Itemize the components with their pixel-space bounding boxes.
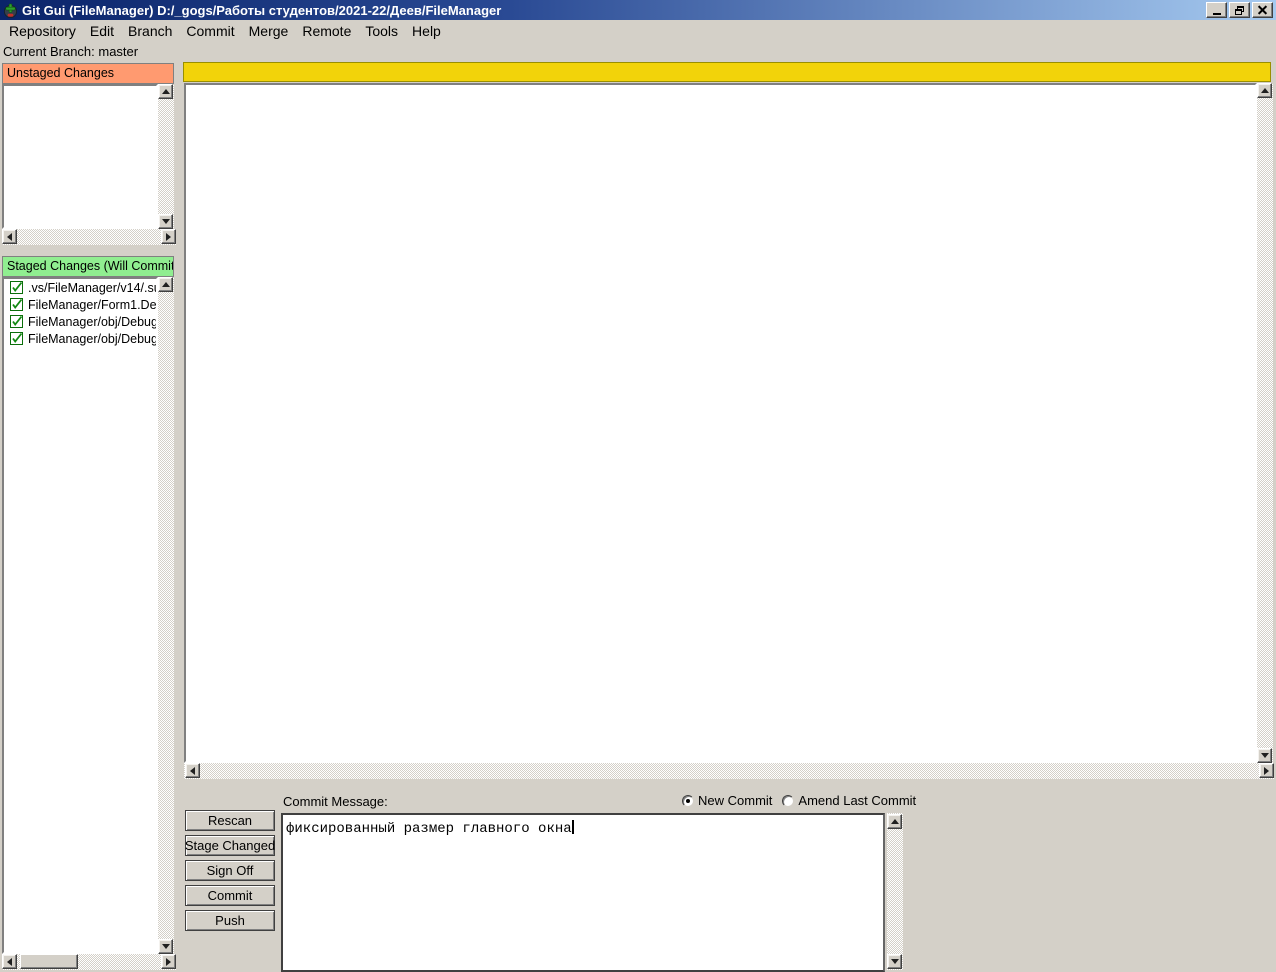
staged-vertical-scrollbar[interactable] bbox=[158, 277, 174, 954]
scroll-down-button[interactable] bbox=[158, 939, 173, 954]
commit-message-text: фиксированный размер главного окна bbox=[286, 821, 572, 837]
staged-check-icon bbox=[10, 298, 23, 311]
menu-branch[interactable]: Branch bbox=[121, 21, 179, 41]
minimize-icon bbox=[1213, 13, 1221, 15]
menu-remote[interactable]: Remote bbox=[295, 21, 358, 41]
scroll-up-icon bbox=[162, 89, 170, 94]
title-bar[interactable]: Git Gui (FileManager) D:/_gogs/Работы ст… bbox=[0, 0, 1276, 20]
staged-check-icon bbox=[10, 332, 23, 345]
staged-file-name: FileManager/Form1.Desi bbox=[28, 298, 156, 312]
amend-last-commit-radio[interactable] bbox=[782, 795, 794, 807]
menu-edit[interactable]: Edit bbox=[83, 21, 121, 41]
staged-files-list[interactable]: .vs/FileManager/v14/.su FileManager/Form… bbox=[2, 277, 158, 954]
staged-check-icon bbox=[10, 315, 23, 328]
scroll-left-button[interactable] bbox=[185, 763, 200, 778]
radio-selected-icon bbox=[686, 799, 690, 803]
commit-type-radios: New Commit Amend Last Commit bbox=[682, 793, 926, 808]
menu-tools[interactable]: Tools bbox=[358, 21, 405, 41]
commit-message-vertical-scrollbar[interactable] bbox=[887, 813, 903, 970]
scroll-down-button[interactable] bbox=[1257, 748, 1272, 763]
minimize-button[interactable] bbox=[1206, 2, 1227, 18]
restore-button[interactable] bbox=[1229, 2, 1250, 18]
diff-horizontal-scrollbar[interactable] bbox=[184, 763, 1274, 779]
staged-file-name: FileManager/obj/Debug/ bbox=[28, 315, 156, 329]
text-caret bbox=[572, 820, 574, 834]
close-icon bbox=[1258, 6, 1267, 15]
unstaged-horizontal-scrollbar[interactable] bbox=[2, 229, 176, 245]
scroll-up-button[interactable] bbox=[158, 84, 173, 99]
diff-view[interactable] bbox=[184, 83, 1257, 763]
scroll-left-icon bbox=[190, 767, 195, 775]
amend-last-commit-radio-label[interactable]: Amend Last Commit bbox=[798, 793, 916, 808]
scroll-up-button[interactable] bbox=[158, 277, 173, 292]
scroll-left-icon bbox=[7, 958, 12, 966]
close-button[interactable] bbox=[1252, 2, 1273, 18]
scroll-right-button[interactable] bbox=[1259, 763, 1274, 778]
scroll-right-button[interactable] bbox=[161, 229, 176, 244]
scroll-up-button[interactable] bbox=[1257, 83, 1272, 98]
new-commit-radio[interactable] bbox=[682, 795, 694, 807]
staged-horizontal-scrollbar[interactable] bbox=[2, 954, 176, 970]
scroll-left-button[interactable] bbox=[2, 954, 17, 969]
scroll-down-button[interactable] bbox=[887, 954, 902, 969]
scroll-right-icon bbox=[166, 233, 171, 241]
scroll-down-icon bbox=[891, 959, 899, 964]
unstaged-files-list[interactable] bbox=[2, 84, 158, 229]
scrollbar-thumb[interactable] bbox=[20, 954, 78, 969]
scroll-left-icon bbox=[7, 233, 12, 241]
git-gui-app-icon bbox=[3, 3, 18, 18]
scroll-right-button[interactable] bbox=[161, 954, 176, 969]
scroll-down-icon bbox=[162, 219, 170, 224]
restore-icon bbox=[1235, 6, 1244, 15]
scroll-down-button[interactable] bbox=[158, 214, 173, 229]
scroll-up-button[interactable] bbox=[887, 814, 902, 829]
menu-commit[interactable]: Commit bbox=[179, 21, 241, 41]
staged-file-name: .vs/FileManager/v14/.su bbox=[28, 281, 156, 295]
unstaged-changes-header: Unstaged Changes bbox=[2, 63, 174, 84]
unstaged-vertical-scrollbar[interactable] bbox=[158, 84, 174, 229]
menu-repository[interactable]: Repository bbox=[2, 21, 83, 41]
rescan-button[interactable]: Rescan bbox=[185, 810, 275, 831]
scroll-right-icon bbox=[1264, 767, 1269, 775]
scroll-up-icon bbox=[162, 282, 170, 287]
sign-off-button[interactable]: Sign Off bbox=[185, 860, 275, 881]
diff-vertical-scrollbar[interactable] bbox=[1257, 83, 1273, 763]
push-button[interactable]: Push bbox=[185, 910, 275, 931]
current-branch-label: Current Branch: master bbox=[3, 44, 138, 59]
commit-button[interactable]: Commit bbox=[185, 885, 275, 906]
git-gui-window: Git Gui (FileManager) D:/_gogs/Работы ст… bbox=[0, 0, 1276, 972]
scroll-down-icon bbox=[162, 944, 170, 949]
stage-changed-button[interactable]: Stage Changed bbox=[185, 835, 275, 856]
diff-header-bar bbox=[183, 62, 1271, 82]
menu-help[interactable]: Help bbox=[405, 21, 448, 41]
scroll-up-icon bbox=[891, 819, 899, 824]
staged-file-name: FileManager/obj/Debug/ bbox=[28, 332, 156, 346]
commit-message-label: Commit Message: bbox=[283, 794, 388, 809]
new-commit-radio-label[interactable]: New Commit bbox=[698, 793, 772, 808]
staged-changes-header: Staged Changes (Will Commit) bbox=[2, 256, 174, 277]
staged-check-icon bbox=[10, 281, 23, 294]
scroll-up-icon bbox=[1261, 88, 1269, 93]
scroll-down-icon bbox=[1261, 753, 1269, 758]
commit-message-input[interactable]: фиксированный размер главного окна bbox=[281, 813, 885, 972]
menu-merge[interactable]: Merge bbox=[242, 21, 296, 41]
window-title: Git Gui (FileManager) D:/_gogs/Работы ст… bbox=[22, 3, 501, 18]
staged-file-row[interactable]: .vs/FileManager/v14/.su bbox=[4, 279, 156, 296]
staged-file-row[interactable]: FileManager/obj/Debug/ bbox=[4, 313, 156, 330]
scroll-right-icon bbox=[166, 958, 171, 966]
staged-file-row[interactable]: FileManager/obj/Debug/ bbox=[4, 330, 156, 347]
staged-file-row[interactable]: FileManager/Form1.Desi bbox=[4, 296, 156, 313]
menu-bar: Repository Edit Branch Commit Merge Remo… bbox=[0, 20, 1276, 42]
scroll-left-button[interactable] bbox=[2, 229, 17, 244]
